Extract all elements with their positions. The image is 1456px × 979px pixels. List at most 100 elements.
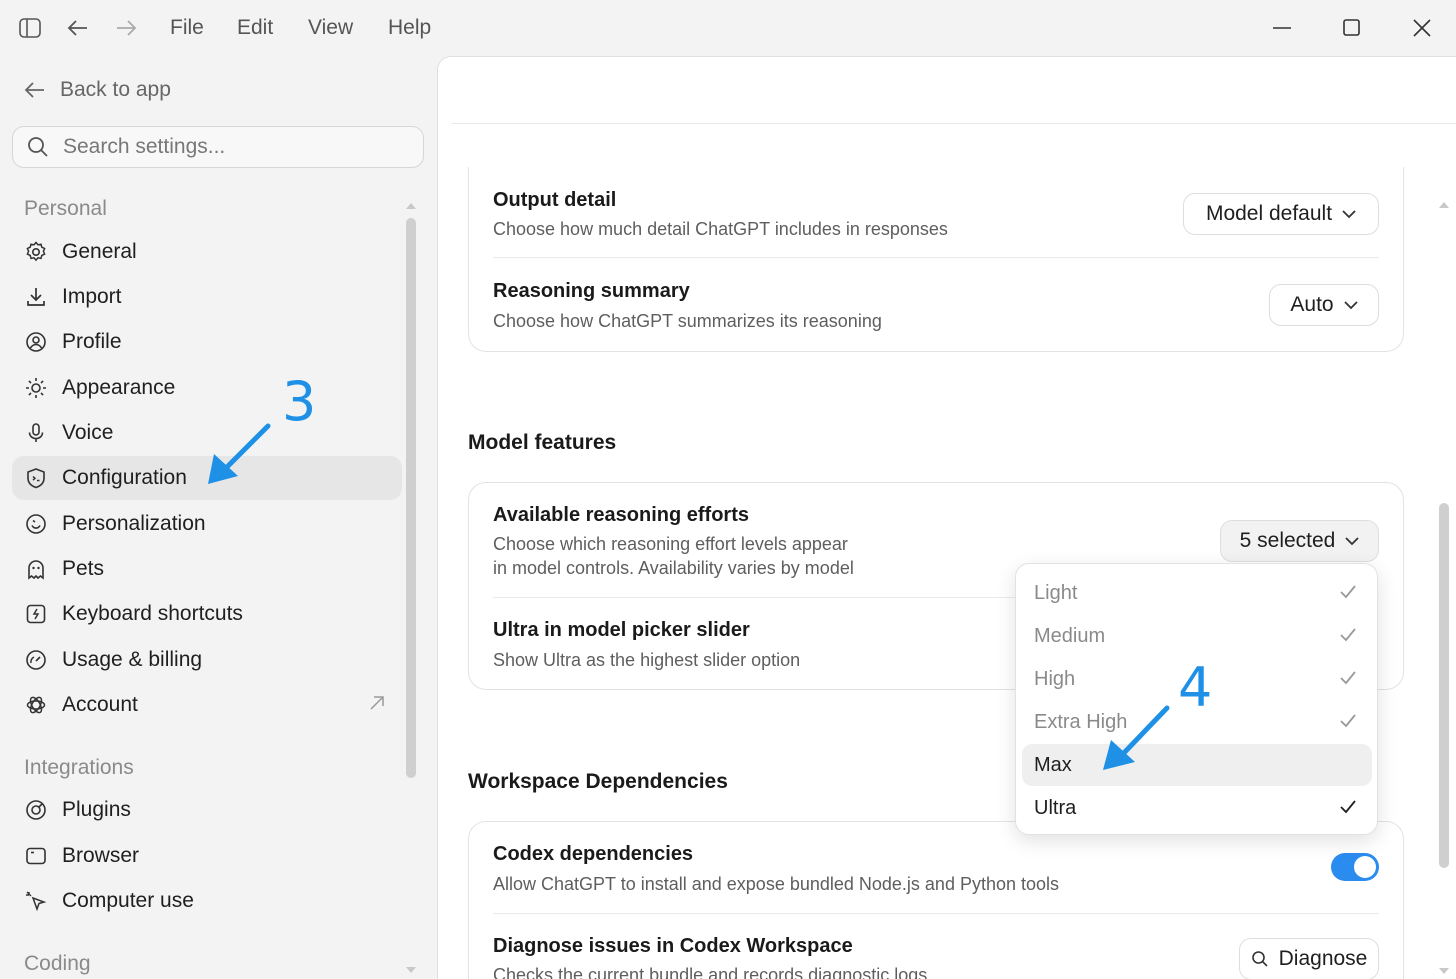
sidebar-item-label: Keyboard shortcuts <box>62 602 243 625</box>
sidebar-toggle-icon[interactable] <box>16 14 44 42</box>
sidebar-item-general[interactable]: General <box>12 230 402 274</box>
back-arrow-icon[interactable] <box>64 14 92 42</box>
user-circle-icon <box>24 330 48 354</box>
scroll-up-arrow-icon[interactable] <box>1438 197 1450 215</box>
output-detail-select[interactable]: Model default <box>1183 193 1379 235</box>
search-settings[interactable] <box>12 126 424 168</box>
sun-icon <box>24 376 48 400</box>
scroll-down-arrow-icon[interactable] <box>405 962 417 979</box>
check-icon <box>1338 625 1358 651</box>
dropdown-option-label: Max <box>1034 753 1072 776</box>
chevron-down-icon <box>1343 300 1358 309</box>
sidebar-item-profile[interactable]: Profile <box>12 320 402 364</box>
menu-edit[interactable]: Edit <box>237 16 273 40</box>
section-integrations: Integrations <box>24 756 134 779</box>
openai-icon <box>24 693 48 717</box>
ghost-icon <box>24 557 48 581</box>
annotation-step-3: 3 <box>282 370 317 433</box>
sidebar-item-label: Plugins <box>62 798 131 821</box>
scroll-up-arrow-icon[interactable] <box>405 198 417 216</box>
forward-arrow-icon[interactable] <box>112 14 140 42</box>
header-divider <box>452 123 1456 124</box>
chevron-down-icon <box>1345 536 1359 545</box>
sidebar-item-account[interactable]: Account <box>12 683 402 727</box>
close-button[interactable] <box>1404 12 1440 44</box>
sidebar-item-label: Personalization <box>62 512 206 535</box>
sidebar-item-appearance[interactable]: Appearance <box>12 366 402 410</box>
menu-file[interactable]: File <box>170 16 204 40</box>
back-arrow-icon <box>24 82 44 98</box>
sidebar-item-label: Profile <box>62 330 122 353</box>
check-icon <box>1338 797 1358 823</box>
sidebar-item-usage-billing[interactable]: Usage & billing <box>12 638 402 682</box>
annotation-arrow-icon <box>208 423 271 484</box>
dropdown-option-label: Ultra <box>1034 796 1077 819</box>
sidebar-item-personalization[interactable]: Personalization <box>12 502 402 546</box>
sidebar-item-label: Computer use <box>62 889 194 912</box>
codex-dependencies-desc: Allow ChatGPT to install and expose bund… <box>493 874 1060 894</box>
dropdown-option-medium[interactable]: Medium <box>1022 615 1372 657</box>
chevron-down-icon <box>1342 209 1356 218</box>
annotation-arrow-icon <box>1103 705 1170 770</box>
back-to-app-label: Back to app <box>60 78 171 101</box>
dropdown-option-light[interactable]: Light <box>1022 572 1372 614</box>
sidebar-item-plugins[interactable]: Plugins <box>12 788 402 832</box>
sidebar-item-label: Configuration <box>62 466 187 489</box>
smile-icon <box>24 512 48 536</box>
output-detail-title: Output detail <box>493 189 617 211</box>
plug-icon <box>24 798 48 822</box>
diagnose-desc: Checks the current bundle and records di… <box>493 965 928 979</box>
maximize-button[interactable] <box>1334 12 1370 44</box>
settings-main-panel: Output detail Choose how much detail Cha… <box>437 56 1456 979</box>
reasoning-summary-desc: Choose how ChatGPT summarizes its reason… <box>493 311 882 331</box>
browser-icon <box>24 844 48 868</box>
reasoning-efforts-title: Available reasoning efforts <box>493 504 749 526</box>
reasoning-efforts-select[interactable]: 5 selected <box>1220 520 1379 562</box>
menu-help[interactable]: Help <box>388 16 431 40</box>
sidebar-item-label: Browser <box>62 844 140 867</box>
codex-dependencies-toggle[interactable] <box>1331 853 1379 881</box>
sidebar-scrollbar[interactable] <box>406 218 416 778</box>
dropdown-option-label: Medium <box>1034 624 1106 647</box>
reasoning-summary-select[interactable]: Auto <box>1269 284 1379 326</box>
model-features-heading: Model features <box>468 431 617 454</box>
dropdown-option-ultra[interactable]: Ultra <box>1022 787 1372 829</box>
gauge-icon <box>24 648 48 672</box>
reasoning-summary-title: Reasoning summary <box>493 280 690 302</box>
sidebar-item-label: Appearance <box>62 376 176 399</box>
reasoning-efforts-desc-2: in model controls. Availability varies b… <box>493 558 854 578</box>
check-icon <box>1338 582 1358 608</box>
row-divider <box>493 257 1379 258</box>
sidebar-item-import[interactable]: Import <box>12 275 402 319</box>
scroll-down-arrow-icon[interactable] <box>1438 963 1450 979</box>
minimize-button[interactable] <box>1264 12 1300 44</box>
dropdown-option-label: High <box>1034 667 1076 690</box>
ultra-slider-title: Ultra in model picker slider <box>493 619 750 641</box>
menu-view[interactable]: View <box>308 16 353 40</box>
sidebar-item-label: Account <box>62 693 138 716</box>
dropdown-option-label: Light <box>1034 581 1078 604</box>
diagnose-button[interactable]: Diagnose <box>1239 938 1379 979</box>
download-icon <box>24 285 48 309</box>
diagnose-label: Diagnose <box>1278 947 1368 970</box>
output-detail-value: Model default <box>1205 202 1333 225</box>
sidebar-item-keyboard-shortcuts[interactable]: Keyboard shortcuts <box>12 592 402 636</box>
back-to-app-link[interactable]: Back to app <box>24 78 171 102</box>
sidebar-item-computer-use[interactable]: Computer use <box>12 879 402 923</box>
toggle-knob <box>1354 856 1376 878</box>
shield-code-icon <box>24 466 48 490</box>
diagnose-title: Diagnose issues in Codex Workspace <box>493 935 853 957</box>
sidebar-item-browser[interactable]: Browser <box>12 834 402 878</box>
dropdown-option-max[interactable]: Max <box>1022 744 1372 786</box>
search-icon <box>28 137 48 157</box>
section-coding: Coding <box>24 952 91 975</box>
cursor-icon <box>24 889 48 913</box>
main-scrollbar[interactable] <box>1439 503 1449 868</box>
reasoning-efforts-desc-1: Choose which reasoning effort levels app… <box>493 534 848 554</box>
sidebar-item-label: General <box>62 240 137 263</box>
sidebar-item-pets[interactable]: Pets <box>12 547 402 591</box>
check-icon <box>1338 711 1358 737</box>
annotation-step-4: 4 <box>1178 656 1213 719</box>
gear-icon <box>24 240 48 264</box>
search-input[interactable] <box>63 135 393 159</box>
